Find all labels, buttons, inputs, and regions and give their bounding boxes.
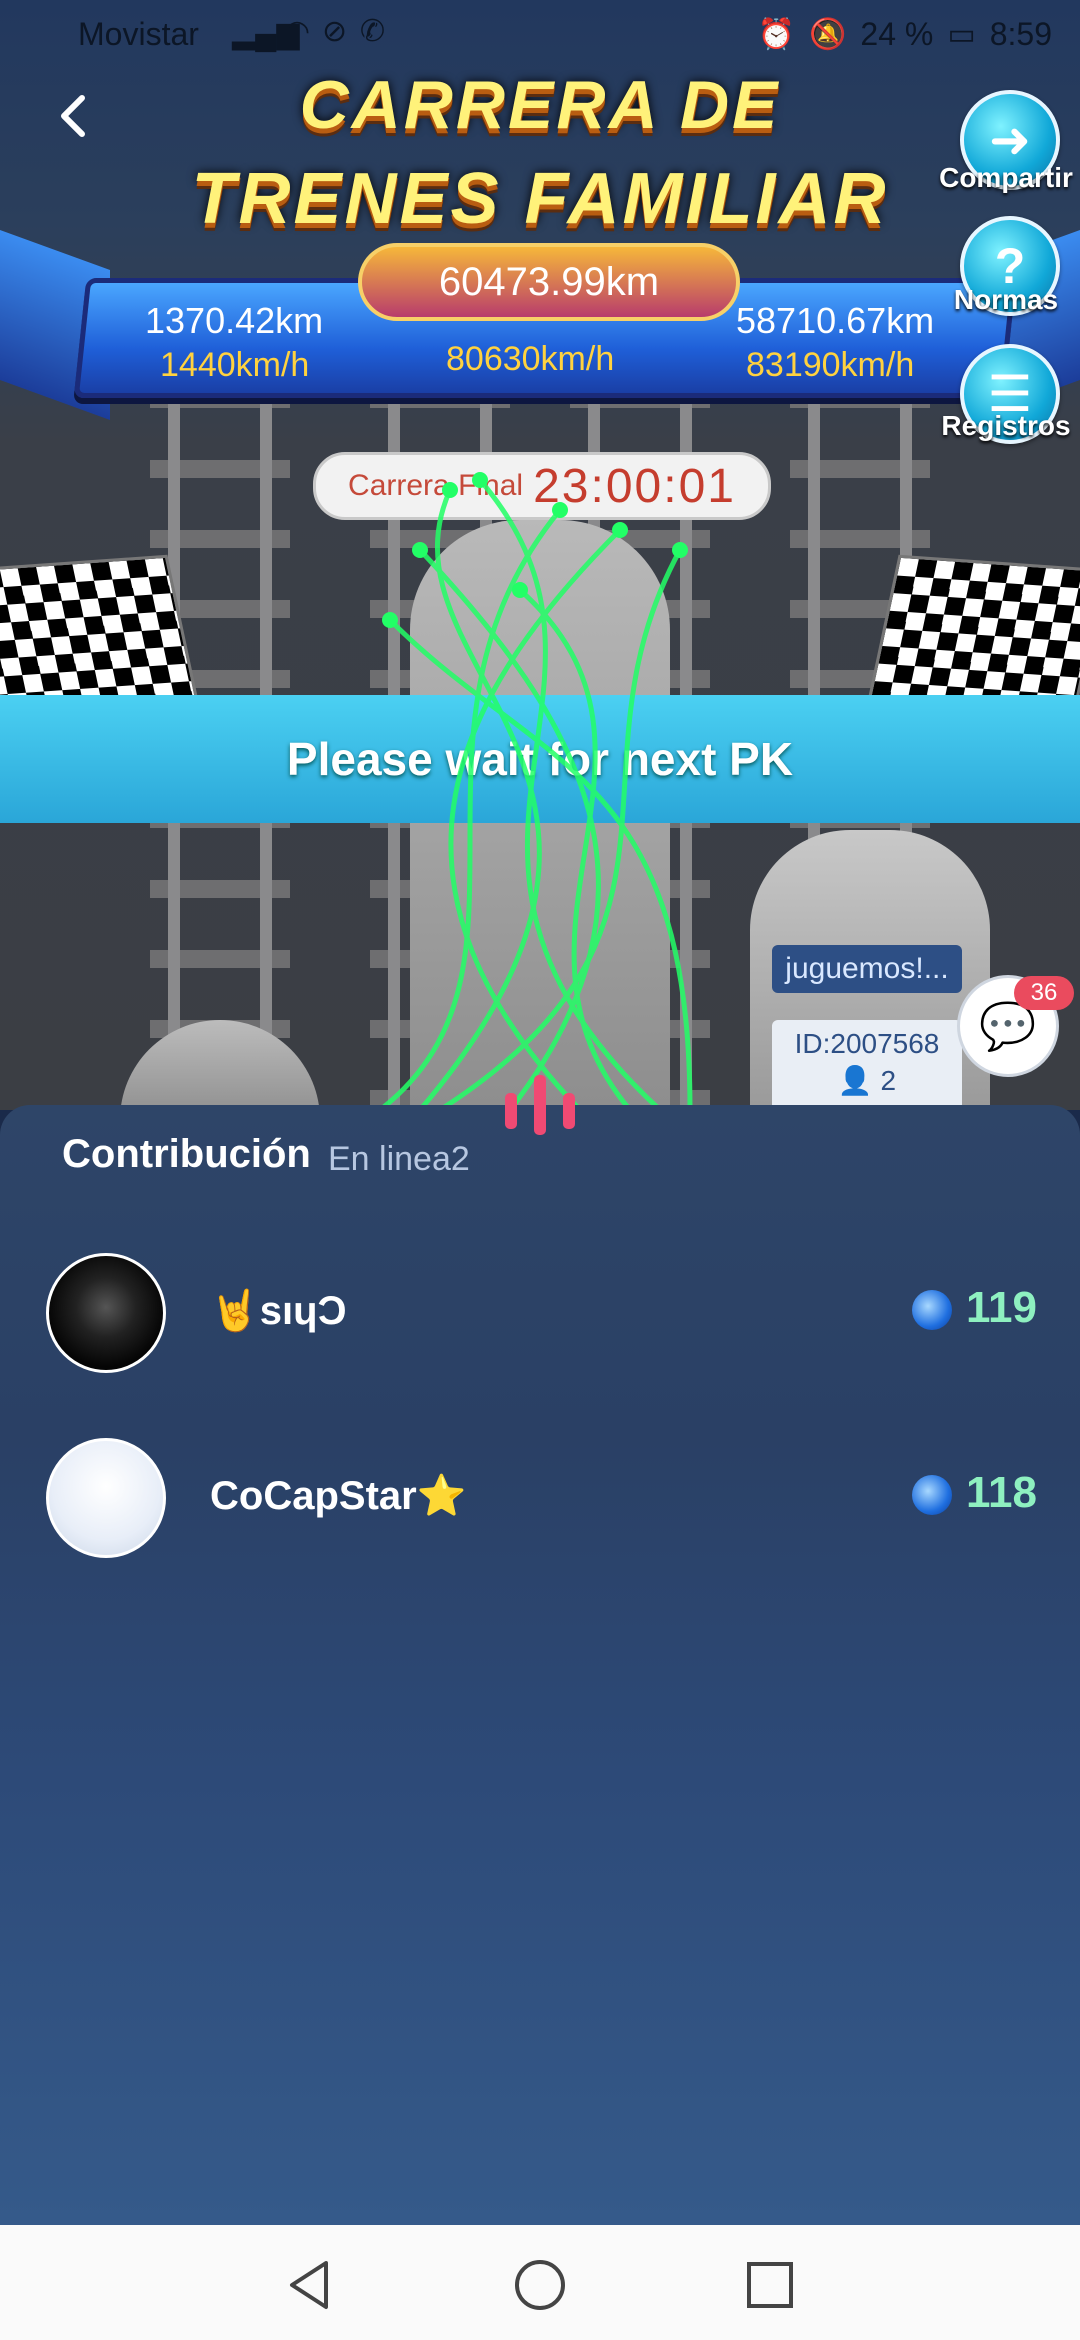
- left-speed: 1440km/h: [160, 346, 310, 384]
- wifi-icon: ◠: [284, 15, 311, 48]
- diamond-icon: [912, 1290, 952, 1330]
- avatar[interactable]: [46, 1253, 166, 1373]
- whatsapp-icon: ✆: [360, 15, 386, 48]
- list-item[interactable]: 🤘sıɥƆ 119: [0, 1235, 1080, 1385]
- game-title-line1: CARRERA DE: [299, 67, 781, 143]
- battery-percent: 24 %: [860, 16, 934, 52]
- center-speed: 80630km/h: [446, 340, 615, 378]
- contribution-score: 119: [966, 1283, 1037, 1332]
- nav-home-icon[interactable]: [510, 2255, 570, 2315]
- avatar[interactable]: [46, 1438, 166, 1558]
- user-name: CoCapStar⭐: [210, 1474, 467, 1518]
- blocked-icon: ⊘: [322, 15, 348, 48]
- game-title-line2: TRENES FAMILIAR: [191, 159, 889, 239]
- share-label: Compartir: [939, 162, 1073, 193]
- nav-back-icon[interactable]: [280, 2255, 340, 2315]
- online-count: En linea2: [328, 1140, 470, 1178]
- alarm-icon: ⏰: [757, 18, 796, 51]
- green-glow-effect: [378, 472, 693, 1110]
- list-item[interactable]: CoCapStar⭐ 118: [0, 1420, 1080, 1570]
- status-right-group: ⏰ 🔕 24 % ▭ 8:59: [758, 16, 1052, 53]
- train-id-text: ID:2007568: [794, 1028, 940, 1059]
- rules-label: Normas: [953, 284, 1059, 315]
- diamond-icon: [912, 1475, 952, 1515]
- mute-icon: 🔕: [809, 18, 847, 51]
- contribution-score: 118: [966, 1468, 1037, 1517]
- records-label: Registros: [941, 410, 1071, 441]
- members-icon: 👤: [837, 1065, 873, 1096]
- game-scene: juguemos!... ID:2007568 👤 2 1370.42km 14…: [0, 0, 1080, 1110]
- status-bar: Movistar ▂▄▆ ◠ ⊘ ✆ ⏰ 🔕 24 % ▭ 8:59: [0, 0, 1080, 72]
- user-name: 🤘sıɥƆ: [210, 1289, 347, 1333]
- clock: 8:59: [989, 16, 1052, 52]
- carrier-name: Movistar: [78, 16, 199, 52]
- battery-icon: ▭: [947, 18, 976, 51]
- nav-recents-icon[interactable]: [740, 2255, 800, 2315]
- back-button[interactable]: [50, 92, 98, 140]
- total-distance-badge: 60473.99km: [358, 243, 740, 321]
- sheet-drag-handle-icon[interactable]: [505, 1075, 575, 1135]
- train-members-count: 2: [880, 1065, 897, 1096]
- left-distance: 1370.42km: [145, 300, 324, 341]
- chevron-left-icon: [61, 95, 85, 137]
- right-distance: 58710.67km: [736, 300, 935, 341]
- system-nav-bar: [0, 2225, 1080, 2340]
- chat-unread-badge: 36: [1014, 976, 1074, 1010]
- train-id-card: ID:2007568 👤 2: [772, 1020, 962, 1110]
- right-speed: 83190km/h: [746, 346, 915, 384]
- contribution-title: Contribución: [62, 1132, 311, 1176]
- train-name-label: juguemos!...: [772, 945, 962, 993]
